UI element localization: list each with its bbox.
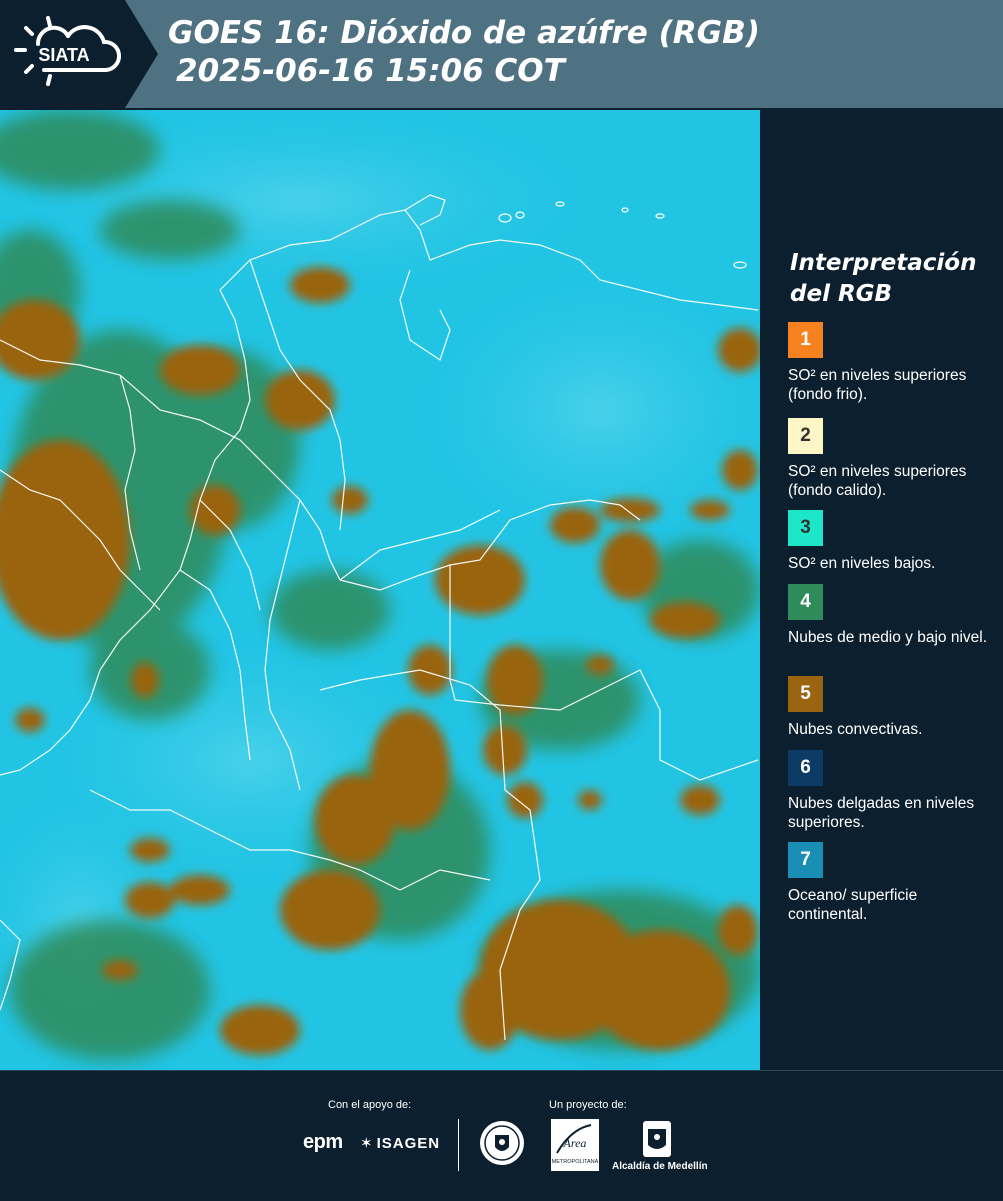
legend-swatch: 3 — [788, 510, 823, 546]
area-logo-subtext: METROPOLITANA — [552, 1159, 599, 1165]
alcaldia-shield-icon — [643, 1121, 671, 1157]
legend-swatch: 2 — [788, 418, 823, 454]
area-metropolitana-logo: Área METROPOLITANA — [551, 1119, 599, 1171]
title-timestamp: 2025-06-16 15:06 COT — [176, 53, 565, 89]
footer-divider — [458, 1119, 459, 1171]
page-title: GOES 16: Dióxido de azúfre (RGB) 2025-06… — [168, 14, 760, 90]
legend-description: Oceano/ superficie continental. — [788, 887, 918, 923]
footer: Con el apoyo de: Un proyecto de: epm ✶ IS… — [0, 1070, 1003, 1201]
logo-text: SIATA — [38, 45, 89, 65]
legend-description: SO² en niveles superiores (fondo frio). — [788, 367, 967, 403]
medellin-seal-icon — [480, 1121, 524, 1165]
legend-swatch: 7 — [788, 842, 823, 878]
legend-swatch: 5 — [788, 676, 823, 712]
area-logo-text: Área — [563, 1136, 587, 1150]
legend-description: SO² en niveles bajos. — [788, 555, 936, 572]
legend-item-7: 7 Oceano/ superficie continental. — [788, 842, 998, 924]
isagen-mark-icon: ✶ — [360, 1135, 374, 1152]
legend-title: Interpretación del RGB — [790, 250, 977, 307]
satellite-image — [0, 110, 760, 1070]
legend-description: SO² en niveles superiores (fondo calido)… — [788, 463, 967, 499]
epm-logo: epm — [303, 1131, 343, 1153]
legend-description: Nubes de medio y bajo nivel. — [788, 629, 988, 646]
alcaldia-text: Alcaldía de Medellín — [612, 1161, 708, 1172]
title-product: GOES 16: Dióxido de azúfre (RGB) — [168, 15, 760, 51]
sun-cloud-icon: SIATA — [14, 16, 122, 86]
header-bar: SIATA GOES 16: Dióxido de azúfre (RGB) 2… — [0, 0, 1003, 108]
legend-item-3: 3 SO² en niveles bajos. — [788, 510, 998, 573]
legend-item-4: 4 Nubes de medio y bajo nivel. — [788, 584, 998, 647]
legend-description: Nubes convectivas. — [788, 721, 923, 738]
legend-item-6: 6 Nubes delgadas en niveles superiores. — [788, 750, 998, 832]
siata-logo: SIATA — [0, 0, 158, 108]
legend-item-1: 1 SO² en niveles superiores (fondo frio)… — [788, 322, 998, 404]
legend-swatch: 1 — [788, 322, 823, 358]
isagen-logo: ✶ ISAGEN — [360, 1134, 440, 1152]
project-label: Un proyecto de: — [549, 1099, 627, 1111]
support-label: Con el apoyo de: — [328, 1099, 412, 1111]
isagen-text: ISAGEN — [376, 1135, 441, 1152]
satellite-map — [0, 110, 760, 1070]
legend-swatch: 6 — [788, 750, 823, 786]
legend-item-5: 5 Nubes convectivas. — [788, 676, 998, 739]
legend-item-2: 2 SO² en niveles superiores (fondo calid… — [788, 418, 998, 500]
legend-swatch: 4 — [788, 584, 823, 620]
alcaldia-logo: Alcaldía de Medellín — [612, 1119, 708, 1173]
legend-description: Nubes delgadas en niveles superiores. — [788, 795, 975, 831]
legend-panel: Interpretación del RGB 1 SO² en niveles … — [760, 110, 1003, 1068]
